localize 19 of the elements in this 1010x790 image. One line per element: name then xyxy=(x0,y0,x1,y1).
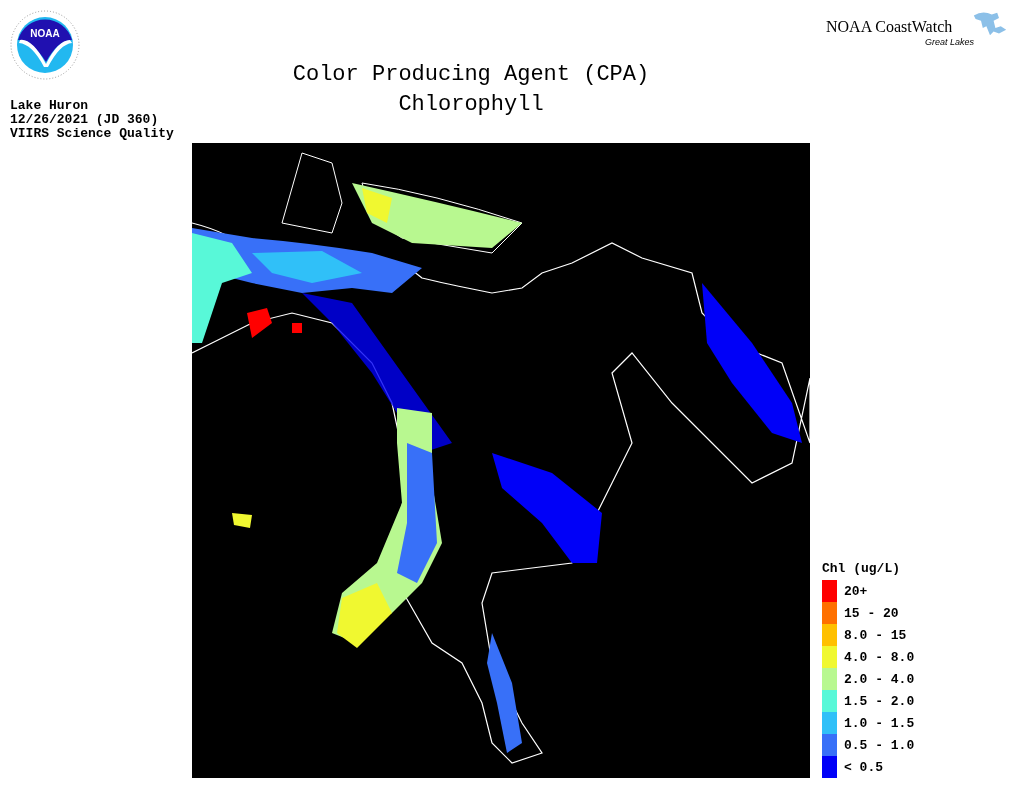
legend-label: 4.0 - 8.0 xyxy=(844,649,915,665)
info-line: VIIRS Science Quality xyxy=(10,127,175,141)
info-line: Lake Huron xyxy=(10,99,89,113)
legend-label: 1.0 - 1.5 xyxy=(844,715,915,731)
chart-subtitle: Chlorophyll xyxy=(398,91,544,119)
legend-label: 0.5 - 1.0 xyxy=(844,737,915,753)
legend-label: 20+ xyxy=(844,583,868,599)
info-line: 12/26/2021 (JD 360) xyxy=(10,113,160,127)
legend-label: < 0.5 xyxy=(844,759,883,775)
chart-title: Color Producing Agent (CPA) xyxy=(292,61,650,89)
noaa-logo: NOAA xyxy=(10,10,80,80)
brand-subtitle: Great Lakes xyxy=(923,37,975,47)
lakes-icon xyxy=(972,10,1008,37)
legend-label: 15 - 20 xyxy=(844,605,899,621)
legend-label: 8.0 - 15 xyxy=(844,627,907,643)
legend-label: 2.0 - 4.0 xyxy=(844,671,915,687)
legend-title: Chl (ug/L) xyxy=(822,561,901,576)
legend-label: 1.5 - 2.0 xyxy=(844,693,915,709)
brand-name: NOAA CoastWatch xyxy=(826,18,953,36)
